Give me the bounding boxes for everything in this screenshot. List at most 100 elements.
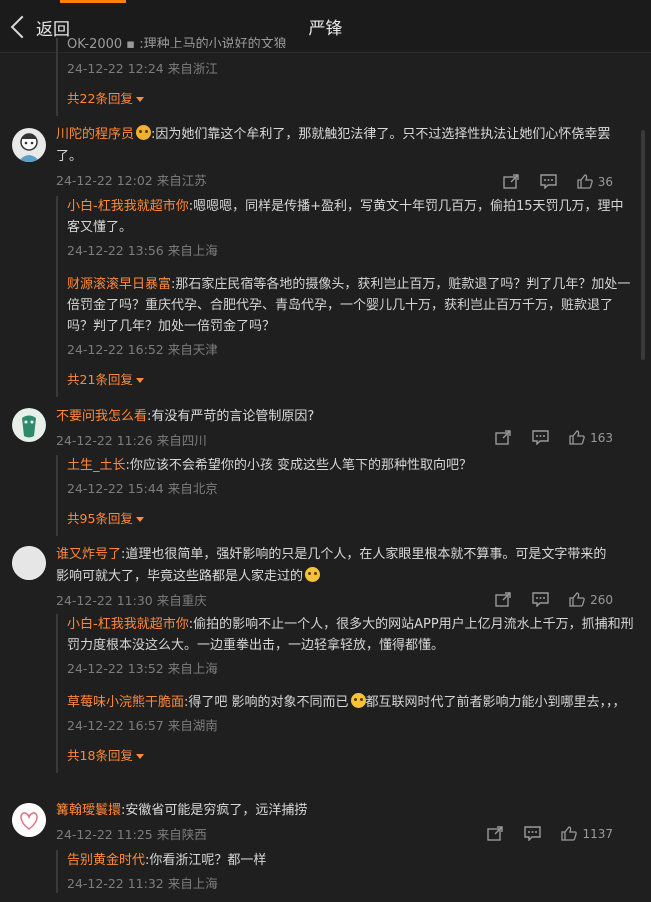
like-count: 1137 bbox=[582, 826, 613, 841]
reply-author[interactable]: 草莓味小浣熊干脆面 bbox=[67, 695, 184, 710]
reply-content-cont: 都互联网时代了前者影响力能小到哪里去，，， bbox=[365, 695, 626, 710]
like-button[interactable]: 260 bbox=[569, 592, 613, 607]
smile-emoji-icon bbox=[305, 567, 321, 582]
reply-text: 小白-杠我我就超市你:偷拍的影响不止一个人，很多大的网站APP用户上亿月流水上千… bbox=[67, 614, 634, 656]
like-count: 260 bbox=[590, 592, 613, 607]
more-replies-link[interactable]: 共21条回复 bbox=[58, 371, 634, 389]
more-replies-link[interactable]: 共95条回复 bbox=[58, 510, 634, 528]
comment-author[interactable]: 谁又炸号了 bbox=[56, 547, 121, 562]
more-replies-link[interactable]: 共22条回复 bbox=[58, 90, 634, 108]
reply-meta: 24-12-22 16:52 来自天津 bbox=[67, 342, 218, 357]
reply-block: 小白-杠我我就超市你:嗯嗯嗯，同样是传播+盈利，写黄文十年罚几百万，偷拍15天罚… bbox=[56, 196, 634, 397]
share-button[interactable] bbox=[495, 430, 512, 445]
tab-indicator bbox=[60, 0, 126, 3]
caret-down-icon bbox=[135, 97, 144, 102]
avatar[interactable] bbox=[12, 128, 46, 162]
comment-author[interactable]: 川陀的程序员 bbox=[56, 127, 134, 142]
comment-actions: 163 bbox=[479, 430, 613, 445]
reply-text: 告别黄金时代:你看浙江呢？都一样 bbox=[67, 850, 634, 871]
reply-item: 土生_土长:你应该不会希望你的小孩 变成这些人笔下的那种性取向吧？ 24-12-… bbox=[58, 455, 634, 498]
comment-author[interactable]: 篝翰璦鬟擐 bbox=[56, 803, 121, 818]
share-button[interactable] bbox=[487, 826, 504, 841]
badge-icon bbox=[136, 125, 152, 140]
comment-button[interactable] bbox=[540, 174, 557, 189]
share-button[interactable] bbox=[495, 592, 512, 607]
reply-text: 草莓味小浣熊干脆面:得了吧 影响的对象不同而已 都互联网时代了前者影响力能小到哪里… bbox=[67, 692, 634, 713]
more-replies-label: 共95条回复 bbox=[67, 511, 133, 526]
reply-author[interactable]: 小白-杠我我就超市你 bbox=[67, 617, 189, 632]
comment-actions: 260 bbox=[479, 592, 613, 607]
more-replies-label: 共21条回复 bbox=[67, 372, 133, 387]
comment-text: 篝翰璦鬟擐:安徽省可能是穷疯了，远洋捕捞 bbox=[56, 800, 616, 822]
avatar[interactable] bbox=[12, 546, 46, 580]
reply-meta: 24-12-22 11:32 来自上海 bbox=[67, 876, 218, 891]
reply-content: :你应该不会希望你的小孩 变成这些人笔下的那种性取向吧？ bbox=[125, 458, 473, 473]
like-button[interactable]: 163 bbox=[569, 430, 613, 445]
thumbs-up-icon bbox=[569, 592, 585, 607]
reply-item: 小白-杠我我就超市你:偷拍的影响不止一个人，很多大的网站APP用户上亿月流水上千… bbox=[58, 614, 634, 678]
reply-item: 草莓味小浣熊干脆面:得了吧 影响的对象不同而已 都互联网时代了前者影响力能小到哪里… bbox=[58, 692, 634, 735]
reply-text: QK-2000 ▪ :理种上马的小说好的文狼 bbox=[67, 37, 287, 48]
scrollbar[interactable] bbox=[641, 130, 645, 360]
reply-text: 土生_土长:你应该不会希望你的小孩 变成这些人笔下的那种性取向吧？ bbox=[67, 455, 634, 476]
reply-meta: 24-12-22 12:24 来自浙江 bbox=[67, 61, 218, 76]
reply-content: :你看浙江呢？都一样 bbox=[145, 853, 267, 868]
comment-text: 不要问我怎么看:有没有严苛的言论管制原因? bbox=[56, 406, 616, 428]
reply-author[interactable]: 小白-杠我我就超市你 bbox=[67, 199, 189, 214]
reply-meta: 24-12-22 15:44 来自北京 bbox=[67, 481, 218, 496]
reply-block: QK-2000 ▪ :理种上马的小说好的文狼 24-12-22 12:24 来自… bbox=[56, 37, 634, 116]
share-icon bbox=[495, 592, 511, 607]
thumbs-up-icon bbox=[577, 174, 593, 189]
thumbs-up-icon bbox=[561, 826, 578, 841]
comment-button[interactable] bbox=[532, 430, 549, 445]
comment-icon bbox=[524, 826, 542, 841]
caret-down-icon bbox=[135, 754, 144, 759]
share-button[interactable] bbox=[503, 174, 520, 189]
laugh-emoji-icon bbox=[350, 693, 366, 708]
reply-meta: 24-12-22 16:57 来自湖南 bbox=[67, 718, 218, 733]
like-button[interactable]: 36 bbox=[577, 174, 613, 189]
reply-item: 财源滚滚早日暴富:那石家庄民宿等各地的摄像头，获利岂止百万，赃款退了吗？判了几年… bbox=[58, 274, 634, 359]
reply-author[interactable]: 告别黄金时代 bbox=[67, 853, 145, 868]
reply-item: 告别黄金时代:你看浙江呢？都一样 24-12-22 11:32 来自上海 bbox=[58, 850, 634, 893]
comment-actions: 36 bbox=[487, 174, 613, 189]
like-count: 36 bbox=[597, 174, 613, 189]
reply-author[interactable]: 土生_土长 bbox=[67, 458, 126, 473]
like-count: 163 bbox=[590, 430, 613, 445]
comment-author[interactable]: 不要问我怎么看 bbox=[56, 409, 147, 424]
comment-text: 谁又炸号了:道理也很简单，强奸影响的只是几个人，在人家眼里根本就不算事。可是文字… bbox=[56, 544, 616, 588]
reply-block: 小白-杠我我就超市你:偷拍的影响不止一个人，很多大的网站APP用户上亿月流水上千… bbox=[56, 614, 634, 773]
share-icon bbox=[503, 174, 519, 189]
comment-content: :有没有严苛的言论管制原因? bbox=[147, 409, 315, 424]
comment-icon bbox=[532, 430, 549, 445]
comment-icon bbox=[540, 174, 557, 189]
like-button[interactable]: 1137 bbox=[561, 826, 613, 841]
share-icon bbox=[487, 826, 504, 841]
more-replies-label: 共22条回复 bbox=[67, 91, 133, 106]
reply-author[interactable]: 财源滚滚早日暴富 bbox=[67, 277, 171, 292]
caret-down-icon bbox=[135, 517, 144, 522]
comment-actions: 1137 bbox=[471, 826, 613, 841]
comment-text: 川陀的程序员:因为她们靠这个牟利了，那就触犯法律了。只不过选择性执法让她们心怀侥… bbox=[56, 124, 616, 168]
more-replies-link[interactable]: 共18条回复 bbox=[58, 747, 634, 765]
reply-text: 小白-杠我我就超市你:嗯嗯嗯，同样是传播+盈利，写黄文十年罚几百万，偷拍15天罚… bbox=[67, 196, 634, 238]
reply-item: QK-2000 ▪ :理种上马的小说好的文狼 bbox=[58, 34, 634, 48]
more-replies-label: 共18条回复 bbox=[67, 748, 133, 763]
reply-block: 土生_土长:你应该不会希望你的小孩 变成这些人笔下的那种性取向吧？ 24-12-… bbox=[56, 455, 634, 536]
reply-item: 24-12-22 12:24 来自浙江 bbox=[58, 60, 634, 78]
reply-item: 小白-杠我我就超市你:嗯嗯嗯，同样是传播+盈利，写黄文十年罚几百万，偷拍15天罚… bbox=[58, 196, 634, 260]
reply-meta: 24-12-22 13:52 来自上海 bbox=[67, 661, 218, 676]
avatar[interactable] bbox=[12, 408, 46, 442]
reply-text: 财源滚滚早日暴富:那石家庄民宿等各地的摄像头，获利岂止百万，赃款退了吗？判了几年… bbox=[67, 274, 634, 337]
share-icon bbox=[495, 430, 511, 445]
comment-button[interactable] bbox=[532, 592, 549, 607]
reply-block: 告别黄金时代:你看浙江呢？都一样 24-12-22 11:32 来自上海 bbox=[56, 850, 634, 893]
avatar[interactable] bbox=[12, 803, 46, 837]
comment-button[interactable] bbox=[524, 826, 542, 841]
comment-content: :安徽省可能是穷疯了，远洋捕捞 bbox=[121, 803, 308, 818]
comment-content: :道理也很简单，强奸影响的只是几个人，在人家眼里根本就不算事。可是文字带来的影响… bbox=[56, 547, 607, 584]
reply-meta: 24-12-22 13:56 来自上海 bbox=[67, 243, 218, 258]
caret-down-icon bbox=[135, 378, 144, 383]
comment-icon bbox=[532, 592, 549, 607]
thumbs-up-icon bbox=[569, 430, 585, 445]
